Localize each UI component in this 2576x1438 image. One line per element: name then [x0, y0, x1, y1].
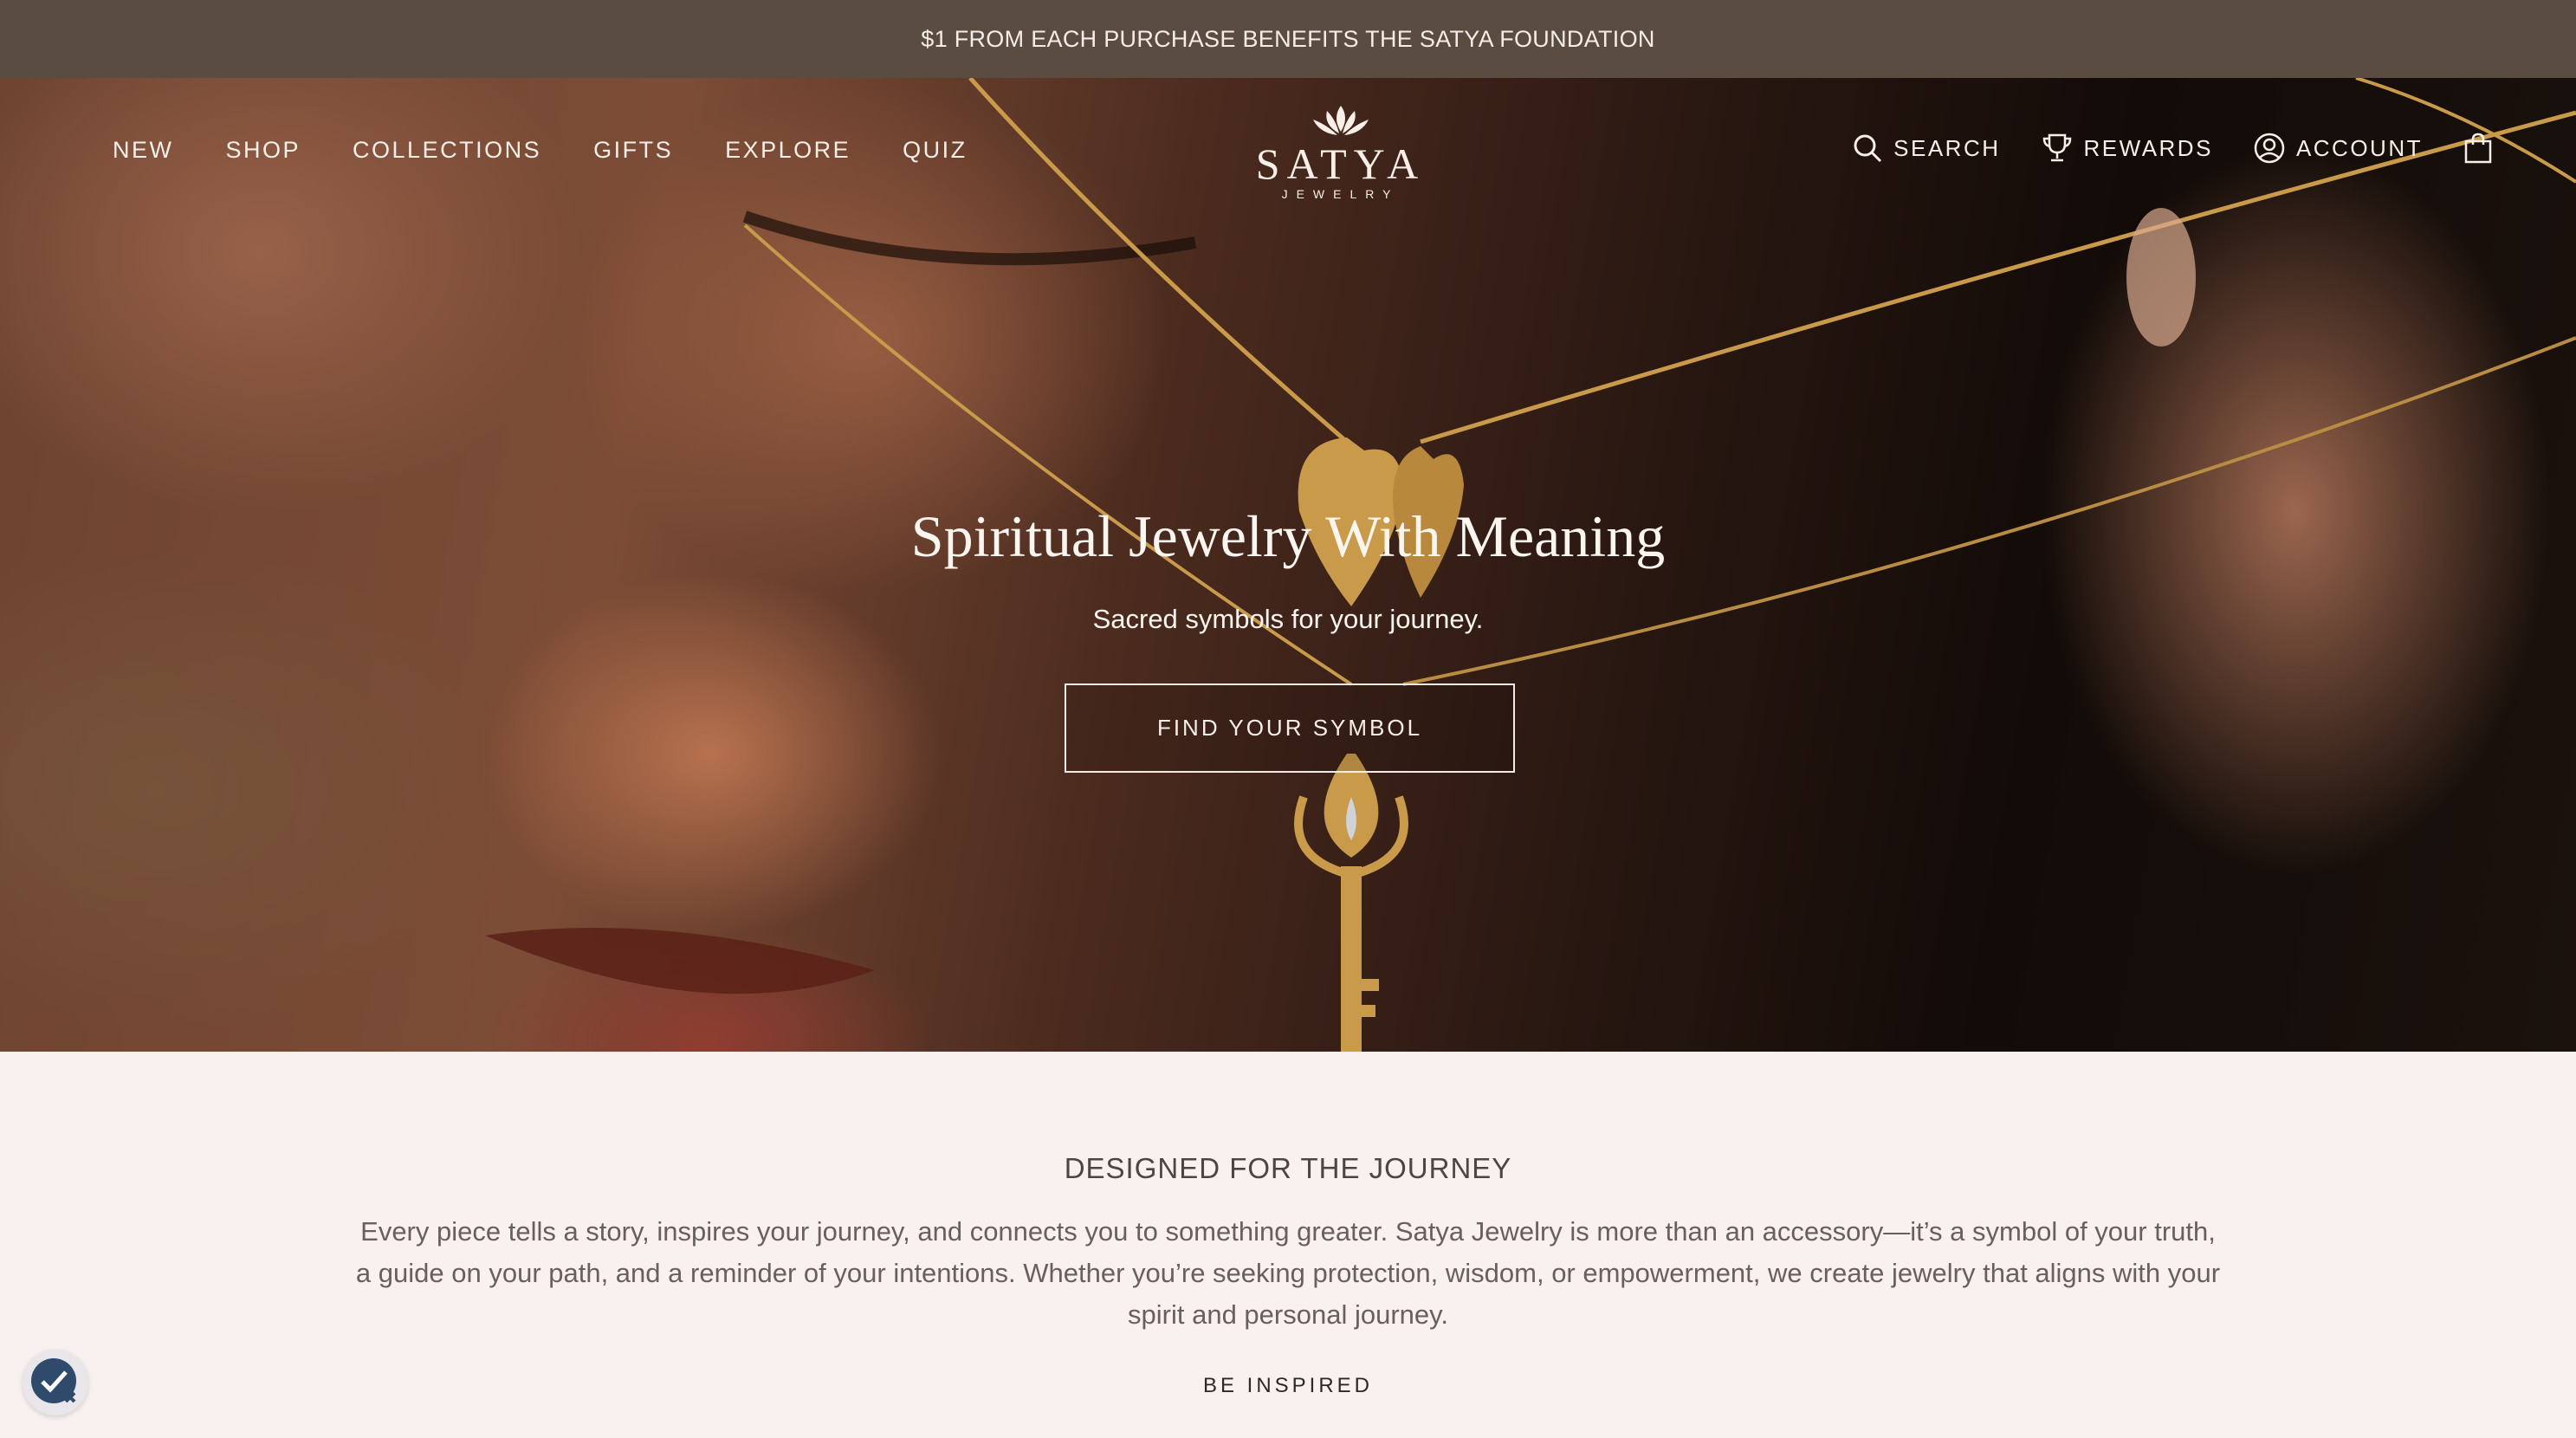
nav-item-gifts[interactable]: GIFTS: [593, 137, 673, 164]
accessibility-check-icon: [31, 1358, 76, 1403]
lotus-icon: [1312, 106, 1369, 135]
hero-content: Spiritual Jewelry With Meaning Sacred sy…: [0, 502, 2576, 635]
hero-subtitle: Sacred symbols for your journey.: [1092, 604, 1484, 634]
nav-item-collections[interactable]: COLLECTIONS: [353, 137, 541, 164]
accessibility-widget-button[interactable]: [23, 1350, 88, 1415]
logo-brand: SATYA: [1255, 139, 1426, 188]
main-navigation: NEW SHOP COLLECTIONS GIFTS EXPLORE QUIZ …: [0, 78, 2576, 225]
search-icon: [1854, 134, 1882, 163]
rewards-button[interactable]: REWARDS: [2041, 132, 2213, 165]
find-your-symbol-button[interactable]: FIND YOUR SYMBOL: [1065, 683, 1515, 773]
intro-section: DESIGNED FOR THE JOURNEY Every piece tel…: [0, 1052, 2576, 1438]
cart-button[interactable]: [2463, 133, 2494, 164]
shopping-bag-icon: [2464, 133, 2492, 164]
user-icon: [2254, 133, 2285, 164]
account-button[interactable]: ACCOUNT: [2253, 132, 2423, 165]
rewards-label: REWARDS: [2083, 134, 2213, 161]
nav-item-shop[interactable]: SHOP: [226, 137, 301, 164]
search-button[interactable]: SEARCH: [1852, 133, 2000, 164]
logo-subtitle: JEWELRY: [1281, 187, 1400, 201]
announcement-bar: $1 FROM EACH PURCHASE BENEFITS THE SATYA…: [0, 0, 2576, 78]
nav-item-new[interactable]: NEW: [113, 137, 174, 164]
nav-utilities: SEARCH REWARDS ACCOUNT: [1812, 132, 2494, 165]
trophy-icon: [2042, 133, 2071, 162]
nav-menu: NEW SHOP COLLECTIONS GIFTS EXPLORE QUIZ: [113, 137, 1019, 164]
site-logo[interactable]: SATYA JEWELRY: [1247, 102, 1434, 201]
announcement-text: $1 FROM EACH PURCHASE BENEFITS THE SATYA…: [921, 25, 1655, 52]
intro-body: Every piece tells a story, inspires your…: [355, 1216, 2221, 1330]
account-label: ACCOUNT: [2295, 134, 2423, 161]
hero-title: Spiritual Jewelry With Meaning: [910, 503, 1666, 569]
search-label: SEARCH: [1893, 134, 2001, 161]
be-inspired-link[interactable]: BE INSPIRED: [1203, 1374, 1373, 1398]
nav-item-quiz[interactable]: QUIZ: [903, 137, 968, 164]
intro-heading: DESIGNED FOR THE JOURNEY: [1064, 1152, 1512, 1184]
nav-item-explore[interactable]: EXPLORE: [725, 137, 851, 164]
